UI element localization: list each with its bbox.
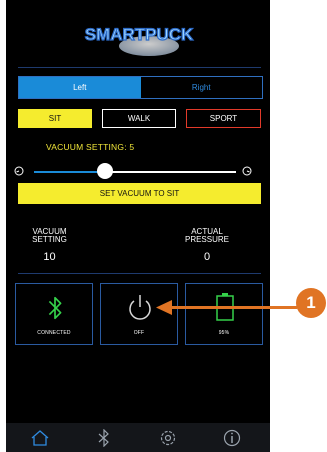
vacuum-slider-fill xyxy=(34,171,105,173)
battery-tile[interactable]: 95% xyxy=(185,283,263,345)
info-icon[interactable] xyxy=(222,429,242,447)
mode-sport-button[interactable]: SPORT xyxy=(186,109,261,128)
actual-pressure-value: 0 xyxy=(203,251,211,263)
home-icon[interactable] xyxy=(30,429,50,447)
side-selector: Left Right xyxy=(18,76,263,99)
smartpuck-logo: SMARTPUCK xyxy=(84,24,195,56)
divider xyxy=(18,273,261,274)
set-vacuum-button[interactable]: SET VACUUM TO SIT xyxy=(18,183,261,204)
bluetooth-status: CONNECTED xyxy=(37,330,71,336)
mode-sit-button[interactable]: SIT xyxy=(18,109,92,128)
bluetooth-icon[interactable] xyxy=(94,429,114,447)
bluetooth-tile[interactable]: CONNECTED xyxy=(15,283,93,345)
mode-walk-button[interactable]: WALK xyxy=(102,109,176,128)
callout-line xyxy=(167,306,297,309)
vacuum-setting-heading: VACUUM SETTING xyxy=(32,227,67,244)
bluetooth-icon xyxy=(48,296,62,320)
power-status: OFF xyxy=(133,330,145,336)
gauge-high-icon xyxy=(242,166,252,176)
actual-pressure-heading: ACTUAL PRESSURE xyxy=(184,227,229,244)
vacuum-slider-thumb[interactable] xyxy=(96,163,113,179)
callout-badge: 1 xyxy=(296,288,326,318)
settings-icon[interactable] xyxy=(158,429,178,447)
tab-right[interactable]: Right xyxy=(141,77,263,98)
battery-level: 95% xyxy=(218,330,230,336)
app-screen: SMARTPUCK Left Right SIT WALK SPORT VACU… xyxy=(6,0,270,452)
phone-frame: SMARTPUCK Left Right SIT WALK SPORT VACU… xyxy=(0,0,276,452)
divider xyxy=(18,67,261,68)
power-icon xyxy=(129,295,151,320)
gauge-low-icon xyxy=(14,166,24,176)
vacuum-setting-value: 10 xyxy=(43,251,56,263)
vacuum-setting-label: VACUUM SETTING: 5 xyxy=(46,142,135,152)
tab-left[interactable]: Left xyxy=(19,77,141,98)
svg-text:SMARTPUCK: SMARTPUCK xyxy=(85,25,194,44)
